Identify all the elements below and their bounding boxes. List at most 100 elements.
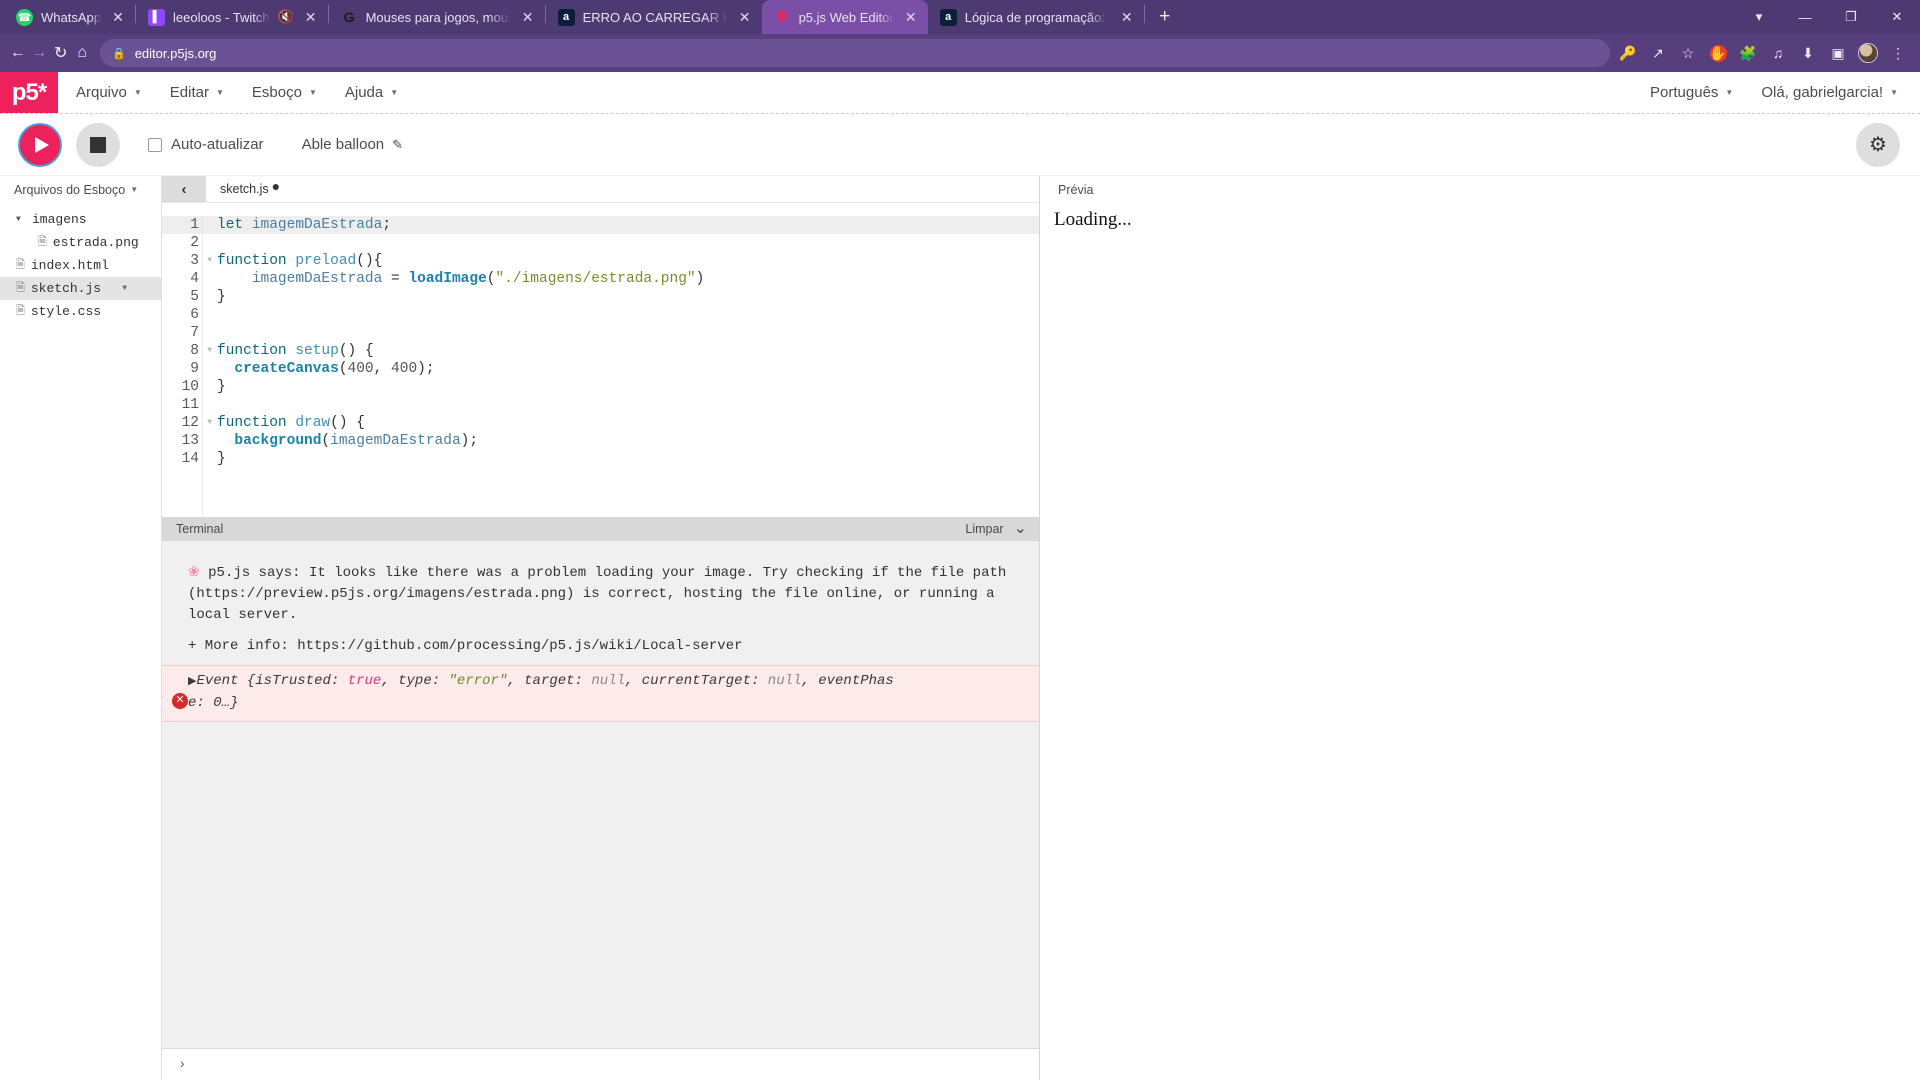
p5-logo[interactable]: p5* — [0, 72, 58, 113]
browser-tab-p5js-editor[interactable]: ✽ p5.js Web Editor ✕ — [761, 0, 928, 34]
reload-button[interactable]: ↻ — [51, 38, 71, 68]
edit-pencil-icon[interactable]: ✎ — [392, 137, 403, 153]
account-menu[interactable]: Olá, gabrielgarcia! ▼ — [1761, 84, 1898, 101]
file-name: style.css — [30, 304, 102, 319]
terminal-more-info[interactable]: + More info: https://github.com/processi… — [162, 626, 1039, 665]
tab-title: p5.js Web Editor — [798, 9, 894, 25]
language-selector[interactable]: Português ▼ — [1650, 84, 1733, 101]
new-tab-button[interactable]: + — [1151, 3, 1179, 31]
forward-button[interactable]: → — [30, 38, 50, 68]
browser-tabstrip: ☎ WhatsApp ✕ ▌ leeoloos - Twitch 🔇 ✕ G M… — [0, 0, 1920, 34]
fold-toggle-icon[interactable]: ▼ — [207, 252, 212, 270]
editor-tab-sketch-js[interactable]: sketch.js ● — [206, 176, 294, 202]
media-playlist-icon[interactable]: ♫ — [1764, 39, 1792, 67]
code-line: let imagemDaEstrada; — [203, 216, 1039, 234]
file-icon: 🗎 — [16, 260, 25, 272]
collapse-sidebar-button[interactable]: ‹ — [162, 176, 206, 202]
code-lines[interactable]: let imagemDaEstrada; function preload(){ … — [202, 216, 1039, 517]
sketch-name[interactable]: Able balloon ✎ — [302, 136, 403, 153]
file-options-chevron-icon[interactable]: ▼ — [122, 284, 127, 293]
error-value-target: null — [591, 673, 625, 689]
menu-ajuda[interactable]: Ajuda ▼ — [345, 84, 398, 101]
line-number: 3 ▼ — [190, 253, 212, 269]
auto-refresh-toggle[interactable]: Auto-atualizar — [148, 136, 264, 153]
terminal-clear-button[interactable]: Limpar — [965, 522, 1003, 536]
file-row-estrada-png[interactable]: 🗎 estrada.png — [0, 231, 161, 254]
menu-label: Arquivo — [76, 84, 127, 101]
p5-web-editor: p5* Arquivo ▼ Editar ▼ Esboço ▼ Ajuda ▼ … — [0, 72, 1920, 1080]
browser-tab-twitch[interactable]: ▌ leeoloos - Twitch 🔇 ✕ — [136, 0, 328, 34]
generic-site-icon: G — [343, 9, 355, 25]
file-row-index-html[interactable]: 🗎 index.html — [0, 254, 161, 277]
download-icon[interactable]: ⬇ — [1794, 39, 1822, 67]
tab-close-icon[interactable]: ✕ — [302, 8, 320, 26]
tab-mute-icon[interactable]: 🔇 — [277, 9, 293, 25]
tab-close-icon[interactable]: ✕ — [519, 8, 537, 26]
terminal-prompt[interactable]: › — [162, 1048, 1039, 1080]
fold-toggle-icon[interactable]: ▼ — [207, 414, 212, 432]
menu-esboco[interactable]: Esboço ▼ — [252, 84, 317, 101]
browser-tab-whatsapp[interactable]: ☎ WhatsApp ✕ — [4, 0, 135, 34]
code-editor[interactable]: 1 2 3 ▼ 4 5 6 7 8 ▼ 9 10 11 12 ▼ 13 14 let … — [162, 203, 1039, 517]
line-number: 2 — [190, 235, 199, 251]
code-line: background(imagemDaEstrada); — [234, 433, 479, 449]
code-line: } — [217, 289, 226, 305]
chevron-down-icon[interactable]: ⌄ — [1014, 521, 1027, 537]
sidebar-header[interactable]: Arquivos do Esboço ▼ — [0, 176, 161, 203]
lock-icon: 🔒 — [112, 47, 126, 60]
browser-tab-erro-imagem[interactable]: a ERRO AO CARREGAR IMAGEM DÁ ✕ — [546, 0, 762, 34]
tab-close-icon[interactable]: ✕ — [902, 8, 920, 26]
puzzle-extensions-icon[interactable]: 🧩 — [1734, 39, 1762, 67]
home-button[interactable]: ⌂ — [73, 38, 93, 68]
file-row-sketch-js[interactable]: 🗎 sketch.js ▼ — [0, 277, 161, 300]
file-row-style-css[interactable]: 🗎 style.css — [0, 300, 161, 323]
close-window-icon[interactable]: ✕ — [1874, 0, 1920, 34]
address-bar[interactable]: 🔒 editor.p5js.org — [100, 39, 1610, 67]
menu-arquivo[interactable]: Arquivo ▼ — [76, 84, 142, 101]
chevron-down-icon: ▼ — [215, 88, 224, 97]
stop-button[interactable] — [76, 122, 120, 167]
tab-title: Lógica de programação: laços e l — [964, 9, 1110, 25]
chevron-down-icon[interactable]: ▼ — [130, 185, 138, 194]
minimize-icon[interactable]: — — [1782, 0, 1828, 34]
share-icon[interactable]: ↗ — [1644, 39, 1672, 67]
error-x-icon: ✕ — [172, 693, 188, 709]
bookmark-star-icon[interactable]: ☆ — [1674, 39, 1702, 67]
tab-close-icon[interactable]: ✕ — [109, 8, 127, 26]
file-name: imagens — [32, 212, 87, 227]
maximize-icon[interactable]: ❐ — [1828, 0, 1874, 34]
play-button[interactable] — [18, 122, 62, 167]
profile-avatar[interactable] — [1854, 39, 1882, 67]
back-button[interactable]: ← — [8, 38, 28, 68]
chrome-menu-icon[interactable]: ⋮ — [1884, 39, 1912, 67]
browser-tab-mouses[interactable]: G Mouses para jogos, mouses sem ✕ — [329, 0, 545, 34]
line-number: 9 — [190, 361, 199, 377]
password-key-icon[interactable]: 🔑 — [1614, 39, 1642, 67]
code-line: imagemDaEstrada = loadImage("./imagens/e… — [251, 271, 705, 287]
sidepanel-icon[interactable]: ▣ — [1824, 39, 1852, 67]
browser-tab-logica-programacao[interactable]: a Lógica de programação: laços e l ✕ — [928, 0, 1144, 34]
line-number-gutter: 1 2 3 ▼ 4 5 6 7 8 ▼ 9 10 11 12 ▼ 13 14 — [162, 216, 212, 517]
tab-close-icon[interactable]: ✕ — [736, 8, 754, 26]
line-number: 10 — [181, 379, 199, 395]
tab-close-icon[interactable]: ✕ — [1118, 8, 1136, 26]
folder-expanded-icon[interactable]: ▼ — [16, 215, 26, 224]
extension-red-icon[interactable]: ✋ — [1704, 39, 1732, 67]
editor-column: ‹ sketch.js ● 1 2 3 ▼ 4 5 6 7 8 ▼ 9 10 1… — [161, 176, 1040, 1080]
line-number: 6 — [190, 307, 199, 323]
line-number: 1 — [162, 216, 202, 234]
tab-title: ERRO AO CARREGAR IMAGEM DÁ — [582, 9, 728, 25]
menu-editar[interactable]: Editar ▼ — [170, 84, 224, 101]
p5-main-area: Arquivos do Esboço ▼ ▼ imagens 🗎 estrada… — [0, 176, 1920, 1080]
auto-refresh-checkbox[interactable] — [148, 137, 162, 152]
fold-toggle-icon[interactable]: ▼ — [207, 342, 212, 360]
line-number: 7 — [190, 325, 199, 341]
terminal-error-row[interactable]: ✕ ▶Event {isTrusted: true, type: "error"… — [162, 665, 1039, 722]
chevron-down-icon[interactable]: ▾ — [1736, 0, 1782, 34]
file-row-imagens[interactable]: ▼ imagens — [0, 208, 161, 231]
terminal-message: p5.js says: It looks like there was a pr… — [188, 565, 1007, 623]
settings-gear-icon[interactable]: ⚙ — [1856, 122, 1900, 167]
